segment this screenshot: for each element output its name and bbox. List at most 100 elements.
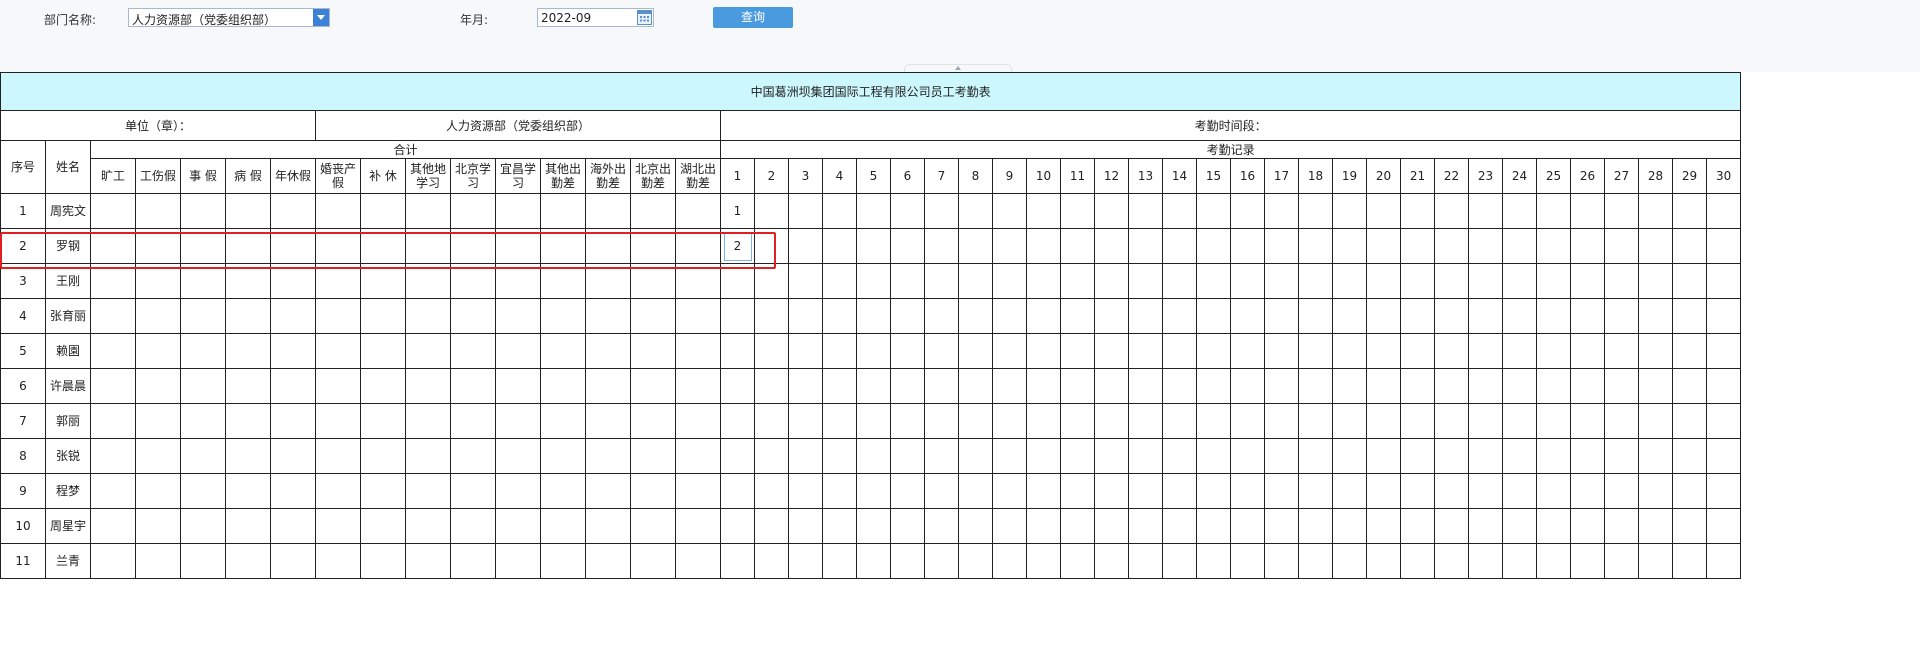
attendance-cell[interactable] xyxy=(1638,403,1673,439)
attendance-cell[interactable] xyxy=(958,263,993,299)
attendance-cell[interactable] xyxy=(1638,333,1673,369)
attendance-cell[interactable] xyxy=(1094,333,1129,369)
summary-cell[interactable] xyxy=(360,263,406,299)
summary-cell[interactable] xyxy=(225,473,271,509)
summary-cell[interactable] xyxy=(360,473,406,509)
attendance-cell[interactable] xyxy=(1638,263,1673,299)
summary-cell[interactable] xyxy=(495,368,541,404)
attendance-cell[interactable] xyxy=(1672,438,1707,474)
table-row[interactable]: 1 周宪文 1 xyxy=(0,193,1742,229)
attendance-cell[interactable] xyxy=(1434,403,1469,439)
attendance-cell[interactable]: 2 xyxy=(720,228,755,264)
attendance-cell[interactable] xyxy=(1705,438,1742,474)
summary-cell[interactable] xyxy=(630,368,676,404)
attendance-cell[interactable] xyxy=(924,403,959,439)
table-row[interactable]: 6 许晨晨 xyxy=(0,368,1742,404)
attendance-cell[interactable] xyxy=(1332,368,1367,404)
summary-cell[interactable] xyxy=(630,228,676,264)
attendance-cell[interactable] xyxy=(890,263,925,299)
summary-cell[interactable] xyxy=(405,473,451,509)
attendance-cell[interactable] xyxy=(1400,543,1435,579)
summary-cell[interactable] xyxy=(675,508,721,544)
attendance-cell[interactable] xyxy=(1298,263,1333,299)
attendance-cell[interactable] xyxy=(1196,193,1231,229)
attendance-cell[interactable] xyxy=(1230,508,1265,544)
attendance-cell[interactable] xyxy=(1366,263,1401,299)
summary-cell[interactable] xyxy=(270,368,316,404)
attendance-cell[interactable] xyxy=(992,438,1027,474)
summary-cell[interactable] xyxy=(270,263,316,299)
summary-cell[interactable] xyxy=(180,263,226,299)
attendance-cell[interactable] xyxy=(822,508,857,544)
attendance-cell[interactable] xyxy=(1162,473,1197,509)
summary-cell[interactable] xyxy=(135,543,181,579)
attendance-cell[interactable] xyxy=(1026,193,1061,229)
summary-cell[interactable] xyxy=(315,228,361,264)
attendance-cell[interactable] xyxy=(1638,508,1673,544)
summary-cell[interactable] xyxy=(270,473,316,509)
attendance-cell[interactable] xyxy=(1196,228,1231,264)
summary-cell[interactable] xyxy=(225,193,271,229)
summary-cell[interactable] xyxy=(540,333,586,369)
attendance-cell[interactable] xyxy=(958,333,993,369)
attendance-cell[interactable] xyxy=(1468,333,1503,369)
summary-cell[interactable] xyxy=(315,193,361,229)
attendance-cell[interactable] xyxy=(1230,193,1265,229)
attendance-cell[interactable] xyxy=(924,543,959,579)
summary-cell[interactable] xyxy=(450,368,496,404)
summary-cell[interactable] xyxy=(675,403,721,439)
attendance-cell[interactable] xyxy=(1060,228,1095,264)
attendance-cell[interactable] xyxy=(1196,368,1231,404)
summary-cell[interactable] xyxy=(315,298,361,334)
table-row[interactable]: 7 郭丽 xyxy=(0,403,1742,439)
attendance-cell[interactable] xyxy=(788,508,823,544)
table-row[interactable]: 9 程梦 xyxy=(0,473,1742,509)
attendance-cell[interactable] xyxy=(1468,543,1503,579)
summary-cell[interactable] xyxy=(540,543,586,579)
summary-cell[interactable] xyxy=(270,543,316,579)
attendance-cell[interactable] xyxy=(1705,403,1742,439)
attendance-cell[interactable] xyxy=(1468,508,1503,544)
attendance-cell[interactable] xyxy=(1332,298,1367,334)
attendance-cell[interactable] xyxy=(754,543,789,579)
attendance-cell[interactable] xyxy=(1094,193,1129,229)
attendance-cell[interactable] xyxy=(1502,193,1537,229)
attendance-cell[interactable] xyxy=(1502,368,1537,404)
attendance-cell[interactable] xyxy=(788,473,823,509)
attendance-cell[interactable] xyxy=(788,263,823,299)
attendance-cell[interactable] xyxy=(1060,473,1095,509)
attendance-cell[interactable] xyxy=(1366,228,1401,264)
attendance-cell[interactable] xyxy=(890,473,925,509)
attendance-cell[interactable] xyxy=(1434,368,1469,404)
attendance-cell[interactable] xyxy=(1332,543,1367,579)
attendance-cell[interactable] xyxy=(924,228,959,264)
attendance-cell[interactable] xyxy=(1502,508,1537,544)
attendance-cell[interactable] xyxy=(924,368,959,404)
attendance-cell[interactable] xyxy=(1705,263,1742,299)
summary-cell[interactable] xyxy=(675,438,721,474)
summary-cell[interactable] xyxy=(405,263,451,299)
attendance-cell[interactable] xyxy=(890,193,925,229)
attendance-cell[interactable] xyxy=(1264,368,1299,404)
summary-cell[interactable] xyxy=(360,193,406,229)
attendance-cell[interactable] xyxy=(1230,368,1265,404)
attendance-cell[interactable] xyxy=(856,368,891,404)
summary-cell[interactable] xyxy=(450,298,496,334)
attendance-cell[interactable] xyxy=(1604,473,1639,509)
attendance-cell[interactable] xyxy=(1264,403,1299,439)
attendance-cell[interactable] xyxy=(890,543,925,579)
attendance-cell[interactable] xyxy=(890,508,925,544)
summary-cell[interactable] xyxy=(540,193,586,229)
summary-cell[interactable] xyxy=(225,368,271,404)
summary-cell[interactable] xyxy=(315,508,361,544)
attendance-cell[interactable] xyxy=(1570,438,1605,474)
attendance-cell[interactable] xyxy=(1298,543,1333,579)
attendance-cell[interactable] xyxy=(1672,508,1707,544)
summary-cell[interactable] xyxy=(540,263,586,299)
attendance-cell[interactable] xyxy=(1604,298,1639,334)
attendance-cell[interactable] xyxy=(1026,543,1061,579)
summary-cell[interactable] xyxy=(675,193,721,229)
summary-cell[interactable] xyxy=(270,228,316,264)
summary-cell[interactable] xyxy=(360,368,406,404)
attendance-cell[interactable] xyxy=(788,543,823,579)
